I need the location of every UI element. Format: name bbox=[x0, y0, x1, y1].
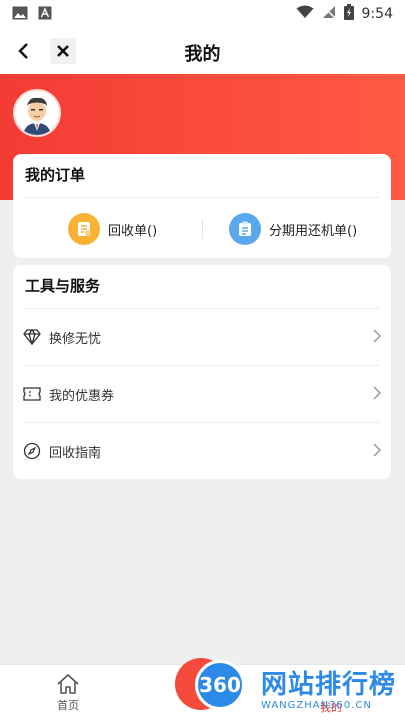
compass-icon bbox=[23, 442, 41, 460]
installment-order-entry[interactable]: 分期用还机单() bbox=[229, 212, 357, 246]
watermark-url: WANGZHAN360.CN bbox=[261, 700, 372, 711]
tool-item-guide[interactable]: 回收指南 bbox=[13, 423, 391, 479]
tab-home[interactable]: 首页 bbox=[48, 673, 88, 713]
avatar[interactable] bbox=[13, 89, 61, 137]
home-icon bbox=[57, 674, 79, 694]
watermark-360-logo: 360 bbox=[195, 660, 245, 710]
tool-label: 我的优惠券 bbox=[49, 388, 115, 404]
a-notification-icon bbox=[38, 5, 52, 24]
status-time: 9:54 bbox=[361, 6, 393, 22]
tools-title: 工具与服务 bbox=[25, 277, 101, 295]
vertical-separator bbox=[202, 219, 203, 239]
user-avatar-icon bbox=[15, 91, 59, 135]
tool-label: 换修无忧 bbox=[49, 331, 102, 347]
tool-label: 回收指南 bbox=[49, 445, 102, 461]
wifi-icon bbox=[296, 5, 314, 23]
page-title: 我的 bbox=[184, 44, 221, 65]
tab-home-label: 首页 bbox=[57, 699, 79, 712]
status-bar: 9:54 bbox=[0, 0, 405, 28]
tool-item-repair[interactable]: 换修无忧 bbox=[13, 309, 391, 365]
image-notification-icon bbox=[12, 5, 28, 24]
orders-card: 我的订单 回收单() 分期用还机单() bbox=[13, 154, 391, 258]
divider bbox=[25, 197, 379, 198]
tool-item-coupons[interactable]: 我的优惠券 bbox=[13, 366, 391, 422]
recycle-order-entry[interactable]: 回收单() bbox=[68, 212, 157, 246]
watermark: 360 网站排行榜 WANGZHAN360.CN bbox=[175, 656, 403, 718]
recycle-order-label: 回收单() bbox=[108, 223, 158, 239]
chevron-right-icon bbox=[373, 385, 382, 404]
watermark-text: 网站排行榜 bbox=[261, 670, 397, 700]
battery-icon bbox=[343, 4, 354, 24]
chevron-right-icon bbox=[373, 442, 382, 461]
coupon-icon bbox=[23, 385, 41, 403]
clipboard-icon bbox=[229, 213, 261, 245]
document-icon bbox=[68, 213, 100, 245]
navigation-bar: 我的 bbox=[0, 28, 405, 74]
chevron-right-icon bbox=[373, 328, 382, 347]
orders-title: 我的订单 bbox=[25, 166, 86, 184]
tools-card: 工具与服务 换修无忧 我的优惠券 回收指南 bbox=[13, 265, 391, 479]
no-signal-icon bbox=[322, 5, 336, 23]
diamond-icon bbox=[23, 328, 41, 346]
installment-order-label: 分期用还机单() bbox=[269, 223, 358, 239]
